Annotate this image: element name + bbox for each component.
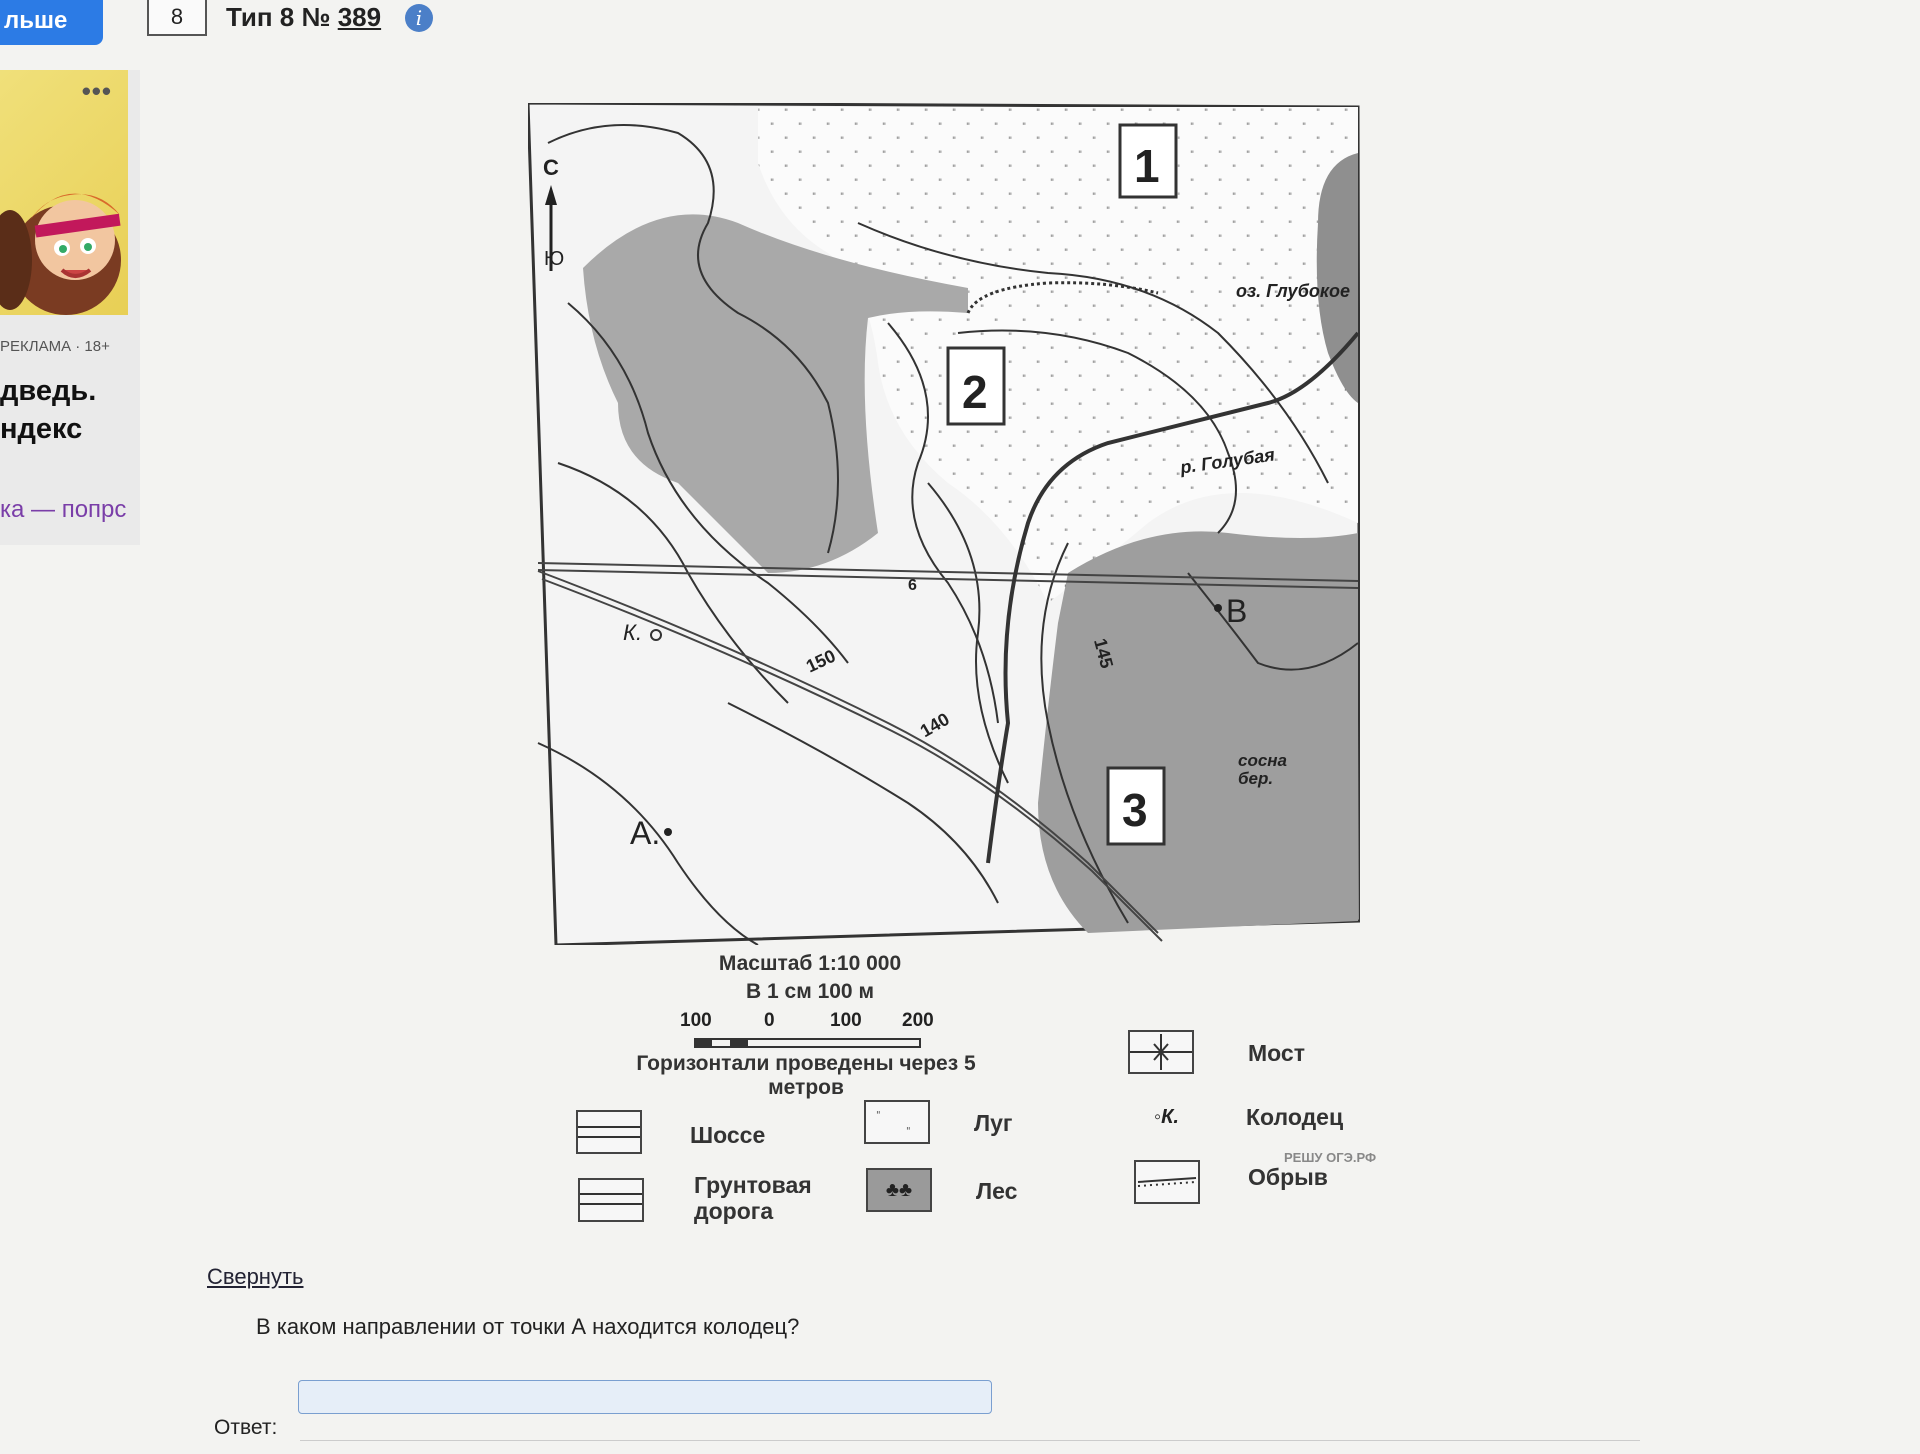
prev-button[interactable]: льше <box>0 0 103 45</box>
question-text: В каком направлении от точки А находится… <box>256 1314 800 1339</box>
lake-label: оз. Глубокое <box>1236 281 1351 301</box>
ad-label: РЕКЛАМА · 18+ <box>0 338 110 355</box>
forest-type-line1: сосна <box>1238 751 1288 770</box>
three-dots-icon[interactable]: ••• <box>82 76 112 107</box>
task-id-link[interactable]: 389 <box>338 2 381 32</box>
square-3-label: 3 <box>1122 784 1148 836</box>
point-a-label: А. <box>630 815 661 851</box>
topographic-map: " " <box>526 101 1362 947</box>
answer-input[interactable] <box>298 1380 992 1414</box>
info-icon[interactable]: i <box>405 4 433 32</box>
ad-title-line2: ндекс <box>0 413 83 445</box>
task-title: Тип 8 № 389 <box>226 2 381 33</box>
legend-forest-symbol: ♣♣ <box>866 1168 932 1212</box>
meadow-icon: " " <box>876 1110 911 1137</box>
scale-tick: 100 <box>830 1010 862 1031</box>
legend-cliff-label: Обрыв <box>1248 1164 1328 1190</box>
ad-image[interactable]: ••• <box>0 70 128 315</box>
legend-meadow-symbol: " " <box>864 1100 930 1144</box>
legend-dirt-road-line1: Грунтовая <box>694 1172 812 1198</box>
road-marker: 6 <box>908 577 917 594</box>
legend-highway-label: Шоссе <box>690 1122 766 1148</box>
collapse-link[interactable]: Свернуть <box>207 1264 304 1290</box>
scale-title: Масштаб 1:10 000 <box>718 952 902 975</box>
legend-bridge-symbol <box>1128 1030 1194 1074</box>
legend-forest-label: Лес <box>976 1178 1018 1204</box>
legend-cliff-symbol <box>1134 1160 1200 1204</box>
scale-tick: 200 <box>902 1010 934 1031</box>
legend-well-label: Колодец <box>1246 1104 1344 1130</box>
ad-title[interactable]: дведь. ндекс <box>0 372 96 448</box>
scale-bar: 100 0 100 200 <box>680 1010 940 1050</box>
task-number: 8 <box>147 0 207 36</box>
scale-tick: 0 <box>764 1010 775 1031</box>
square-1-label: 1 <box>1134 140 1160 192</box>
contours-note: Горизонтали проведены через 5 метров <box>636 1052 976 1099</box>
legend-meadow-label: Луг <box>974 1110 1013 1136</box>
ad-panel[interactable]: ••• РЕКЛАМА · 18+ дведь. ндекс ка — попр… <box>0 70 140 545</box>
ad-link[interactable]: ка — попрс <box>0 496 126 524</box>
forest-type-label: сосна бер. <box>1238 752 1287 788</box>
compass-south: Ю <box>544 248 565 270</box>
dirt-road-icon <box>580 1193 642 1205</box>
svg-text:": " <box>906 1126 911 1137</box>
legend-well-symbol-text: К. <box>1161 1106 1179 1128</box>
legend-dirt-road-line2: дорога <box>694 1198 774 1224</box>
answer-label: Ответ: <box>214 1416 278 1439</box>
scale-subtitle: В 1 см 100 м <box>746 980 874 1003</box>
ad-title-line1: дведь. <box>0 375 97 407</box>
legend-well-symbol: ◦К. <box>1154 1106 1179 1129</box>
highway-icon <box>578 1126 640 1138</box>
compass-north: С <box>543 155 559 180</box>
watermark: РЕШУ ОГЭ.РФ <box>1284 1150 1377 1165</box>
cliff-icon <box>1137 1177 1197 1187</box>
svg-text:": " <box>876 1110 881 1121</box>
task-type: Тип 8 № <box>226 2 331 32</box>
tree-icon: ♣♣ <box>885 1179 913 1201</box>
square-2-label: 2 <box>962 366 988 418</box>
point-b-label: В <box>1226 593 1248 629</box>
scale-tick: 100 <box>680 1010 712 1031</box>
well-label: К. <box>623 620 643 645</box>
legend-highway-symbol <box>576 1110 642 1154</box>
legend-bridge-label: Мост <box>1248 1040 1305 1066</box>
bridge-icon <box>1130 1034 1192 1070</box>
scale-ruler <box>694 1038 921 1048</box>
legend-dirt-road-label: Грунтовая дорога <box>694 1172 812 1224</box>
legend-dirt-road-symbol <box>578 1178 644 1222</box>
divider <box>300 1440 1640 1441</box>
forest-type-line2: бер. <box>1238 769 1274 788</box>
